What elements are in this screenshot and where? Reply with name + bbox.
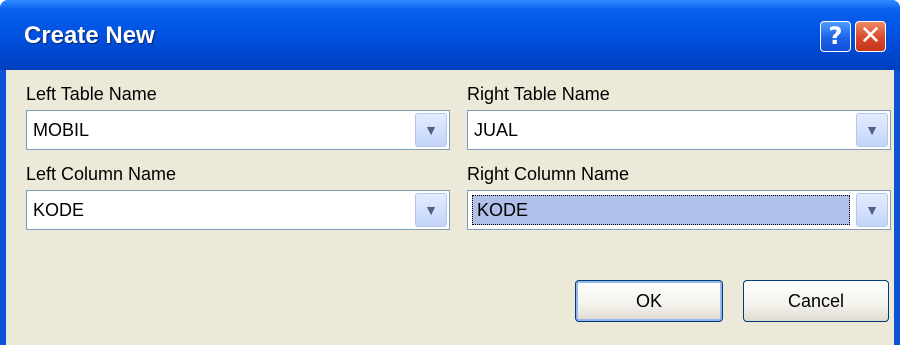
- dialog-body: Left Table Name MOBIL ▼ Right Table Name…: [6, 70, 894, 345]
- left-table-name-label: Left Table Name: [26, 84, 157, 104]
- create-new-dialog: Create New ? ✕ Left Table Name MOBIL ▼ R…: [0, 0, 900, 345]
- chevron-down-icon[interactable]: ▼: [856, 113, 888, 147]
- help-button[interactable]: ?: [820, 21, 851, 52]
- chevron-down-icon[interactable]: ▼: [856, 193, 888, 227]
- right-column-name-select[interactable]: KODE ▼: [467, 190, 891, 230]
- close-icon: ✕: [859, 21, 882, 51]
- left-column-name-label: Left Column Name: [26, 164, 177, 184]
- left-column-name-select[interactable]: KODE ▼: [26, 190, 450, 230]
- close-button[interactable]: ✕: [855, 21, 886, 52]
- title-bar[interactable]: Create New ? ✕: [0, 0, 900, 70]
- ok-button[interactable]: OK: [575, 280, 723, 322]
- cancel-button[interactable]: Cancel: [743, 280, 889, 322]
- right-table-name-select[interactable]: JUAL ▼: [467, 110, 891, 150]
- right-table-name-label: Right Table Name: [467, 84, 610, 104]
- left-table-name-select[interactable]: MOBIL ▼: [26, 110, 450, 150]
- help-icon: ?: [828, 22, 843, 50]
- window-title: Create New: [24, 22, 155, 49]
- chevron-down-icon[interactable]: ▼: [415, 113, 447, 147]
- right-table-name-value: JUAL: [474, 120, 519, 140]
- right-column-name-label: Right Column Name: [467, 164, 630, 184]
- left-table-name-value: MOBIL: [33, 120, 90, 140]
- right-column-name-value: KODE: [472, 195, 850, 225]
- chevron-down-icon[interactable]: ▼: [415, 193, 447, 227]
- left-column-name-value: KODE: [33, 200, 85, 220]
